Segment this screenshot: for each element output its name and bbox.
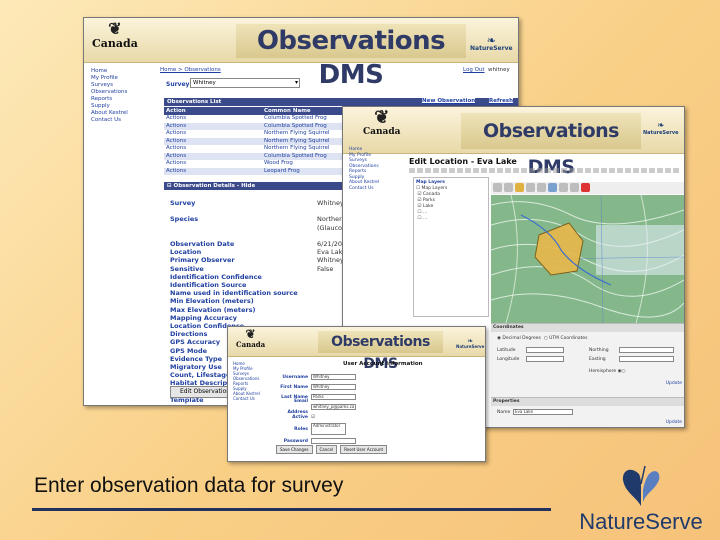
full-extent-icon[interactable] <box>526 183 535 192</box>
map-layers-panel: Map Layers ☐ Map Layers ☑ Canada ☑ Parks… <box>413 177 489 317</box>
app-header: ❦ Canada Observations DMS ❧ NatureServe <box>228 327 485 372</box>
form-row: Roles Administrator <box>276 422 481 436</box>
zoom-out-icon[interactable] <box>504 183 513 192</box>
canada-logo: ❦ Canada <box>92 19 138 51</box>
canada-logo: ❦ Canada <box>363 107 401 138</box>
active-checkbox[interactable]: ☑ <box>311 412 315 423</box>
save-changes-button[interactable]: Save Changes <box>276 445 313 454</box>
maple-leaf-icon: ❦ <box>245 327 256 341</box>
form-row: Username Whitney <box>276 372 481 382</box>
natureserve-mini-logo: ❧ NatureServe <box>470 34 513 52</box>
coordinates-panel: Coordinates ◉ Decimal Degrees ○ UTM Coor… <box>491 323 684 397</box>
easting-label: Easting <box>589 357 606 362</box>
nav-about[interactable]: About Kestrel <box>349 180 379 186</box>
nav-contact[interactable]: Contact Us <box>233 396 260 401</box>
nav-my-profile[interactable]: My Profile <box>91 75 128 82</box>
cancel-button[interactable]: Cancel <box>315 445 338 454</box>
email-input[interactable]: whitney_p@parks.ca <box>311 404 356 410</box>
sidebar-nav: Home My Profile Surveys Observations Rep… <box>91 68 128 124</box>
user-account-window: ❦ Canada Observations DMS ❧ NatureServe … <box>227 326 486 462</box>
reset-account-button[interactable]: Reset User Account <box>340 445 388 454</box>
longitude-input[interactable] <box>526 356 564 362</box>
user-account-form: Username Whitney First Name Whitney Last N… <box>276 372 481 446</box>
draw-polygon-icon[interactable] <box>570 183 579 192</box>
nav-contact[interactable]: Contact Us <box>91 117 128 124</box>
page-title: Edit Location - Eva Lake <box>409 157 517 166</box>
app-header: ❦ Canada Observations DMS ❧ NatureServe <box>343 107 684 178</box>
hemisphere-label: Hemisphere ◉○ <box>589 369 626 374</box>
nav-home[interactable]: Home <box>91 68 128 75</box>
natureserve-mini-logo: ❧ NatureServe <box>643 121 679 136</box>
draw-line-icon[interactable] <box>559 183 568 192</box>
nav-surveys[interactable]: Surveys <box>91 82 128 89</box>
survey-select[interactable]: Whitney ▾ <box>190 78 300 88</box>
canada-wordmark: Canada <box>92 37 138 50</box>
instructions-text <box>409 168 679 173</box>
name-input[interactable]: Eva Lake <box>513 409 573 415</box>
map-graphic <box>491 195 684 323</box>
easting-input[interactable] <box>619 356 674 362</box>
name-label: Name <box>497 410 511 415</box>
topographic-map[interactable] <box>491 195 684 323</box>
app-banner: Observations DMS <box>461 113 641 178</box>
canada-logo: ❦ Canada <box>236 327 266 349</box>
maple-leaf-icon: ❦ <box>108 19 122 38</box>
current-user: whitney <box>488 67 510 73</box>
nav-about[interactable]: About Kestrel <box>91 110 128 117</box>
longitude-label: Longitude <box>497 357 520 362</box>
sidebar-nav: Home My Profile Surveys Observations Rep… <box>349 147 379 191</box>
chevron-down-icon: ▾ <box>294 79 298 86</box>
layer-item[interactable]: ☐ ... <box>416 216 486 222</box>
new-observation-link[interactable]: New Observation <box>422 98 476 104</box>
natureserve-wordmark: NatureServe <box>579 509 703 534</box>
coordinate-type-radio[interactable]: ◉ Decimal Degrees ○ UTM Coordinates <box>497 336 587 341</box>
latitude-input[interactable] <box>526 347 564 353</box>
slide: ❦ Canada Observations DMS ❧ NatureServe … <box>0 0 720 540</box>
identify-icon[interactable] <box>537 183 546 192</box>
draw-point-icon[interactable] <box>548 183 557 192</box>
maple-leaf-icon: ❦ <box>374 107 390 128</box>
natureserve-mini-logo: ❧ NatureServe <box>456 337 485 349</box>
logout-link[interactable]: Log Out <box>463 67 485 73</box>
properties-update-button[interactable]: Update <box>666 420 682 425</box>
roles-list[interactable]: Administrator <box>311 423 346 435</box>
map-toolbar <box>491 182 684 194</box>
refresh-link[interactable]: Refresh <box>489 98 513 104</box>
password-input[interactable] <box>311 438 356 444</box>
app-banner: Observations DMS <box>318 331 443 372</box>
northing-input[interactable] <box>619 347 674 353</box>
last-name-input[interactable]: Parks <box>311 394 356 400</box>
form-buttons: Save Changes Cancel Reset User Account <box>276 445 388 454</box>
zoom-in-icon[interactable] <box>493 183 502 192</box>
app-banner: Observations DMS <box>236 24 466 90</box>
slide-caption: Enter observation data for survey <box>34 474 344 497</box>
page-heading: User Account Information <box>343 361 423 367</box>
natureserve-logo: NatureServe <box>566 462 716 536</box>
caption-rule <box>32 508 551 511</box>
properties-panel: Properties Name Eva Lake Update <box>491 397 684 427</box>
breadcrumb[interactable]: Home > Observations <box>160 67 221 73</box>
nav-observations[interactable]: Observations <box>91 89 128 96</box>
coordinates-update-button[interactable]: Update <box>666 381 682 386</box>
form-row: Email Address whitney_p@parks.ca <box>287 399 356 415</box>
pan-icon[interactable] <box>515 183 524 192</box>
survey-label: Survey <box>166 81 190 88</box>
username-input[interactable]: Whitney <box>311 374 356 380</box>
sidebar-nav: Home My Profile Surveys Observations Rep… <box>233 361 260 401</box>
app-header: ❦ Canada Observations DMS ❧ NatureServe <box>84 18 518 90</box>
form-row: First Name Whitney <box>276 382 481 392</box>
nav-reports[interactable]: Reports <box>91 96 128 103</box>
butterfly-icon <box>622 465 660 506</box>
northing-label: Northing <box>589 348 609 353</box>
nav-contact[interactable]: Contact Us <box>349 186 379 192</box>
delete-icon[interactable] <box>581 183 590 192</box>
nav-supply[interactable]: Supply <box>91 103 128 110</box>
first-name-input[interactable]: Whitney <box>311 384 356 390</box>
form-row: Active ☑ <box>276 412 481 422</box>
